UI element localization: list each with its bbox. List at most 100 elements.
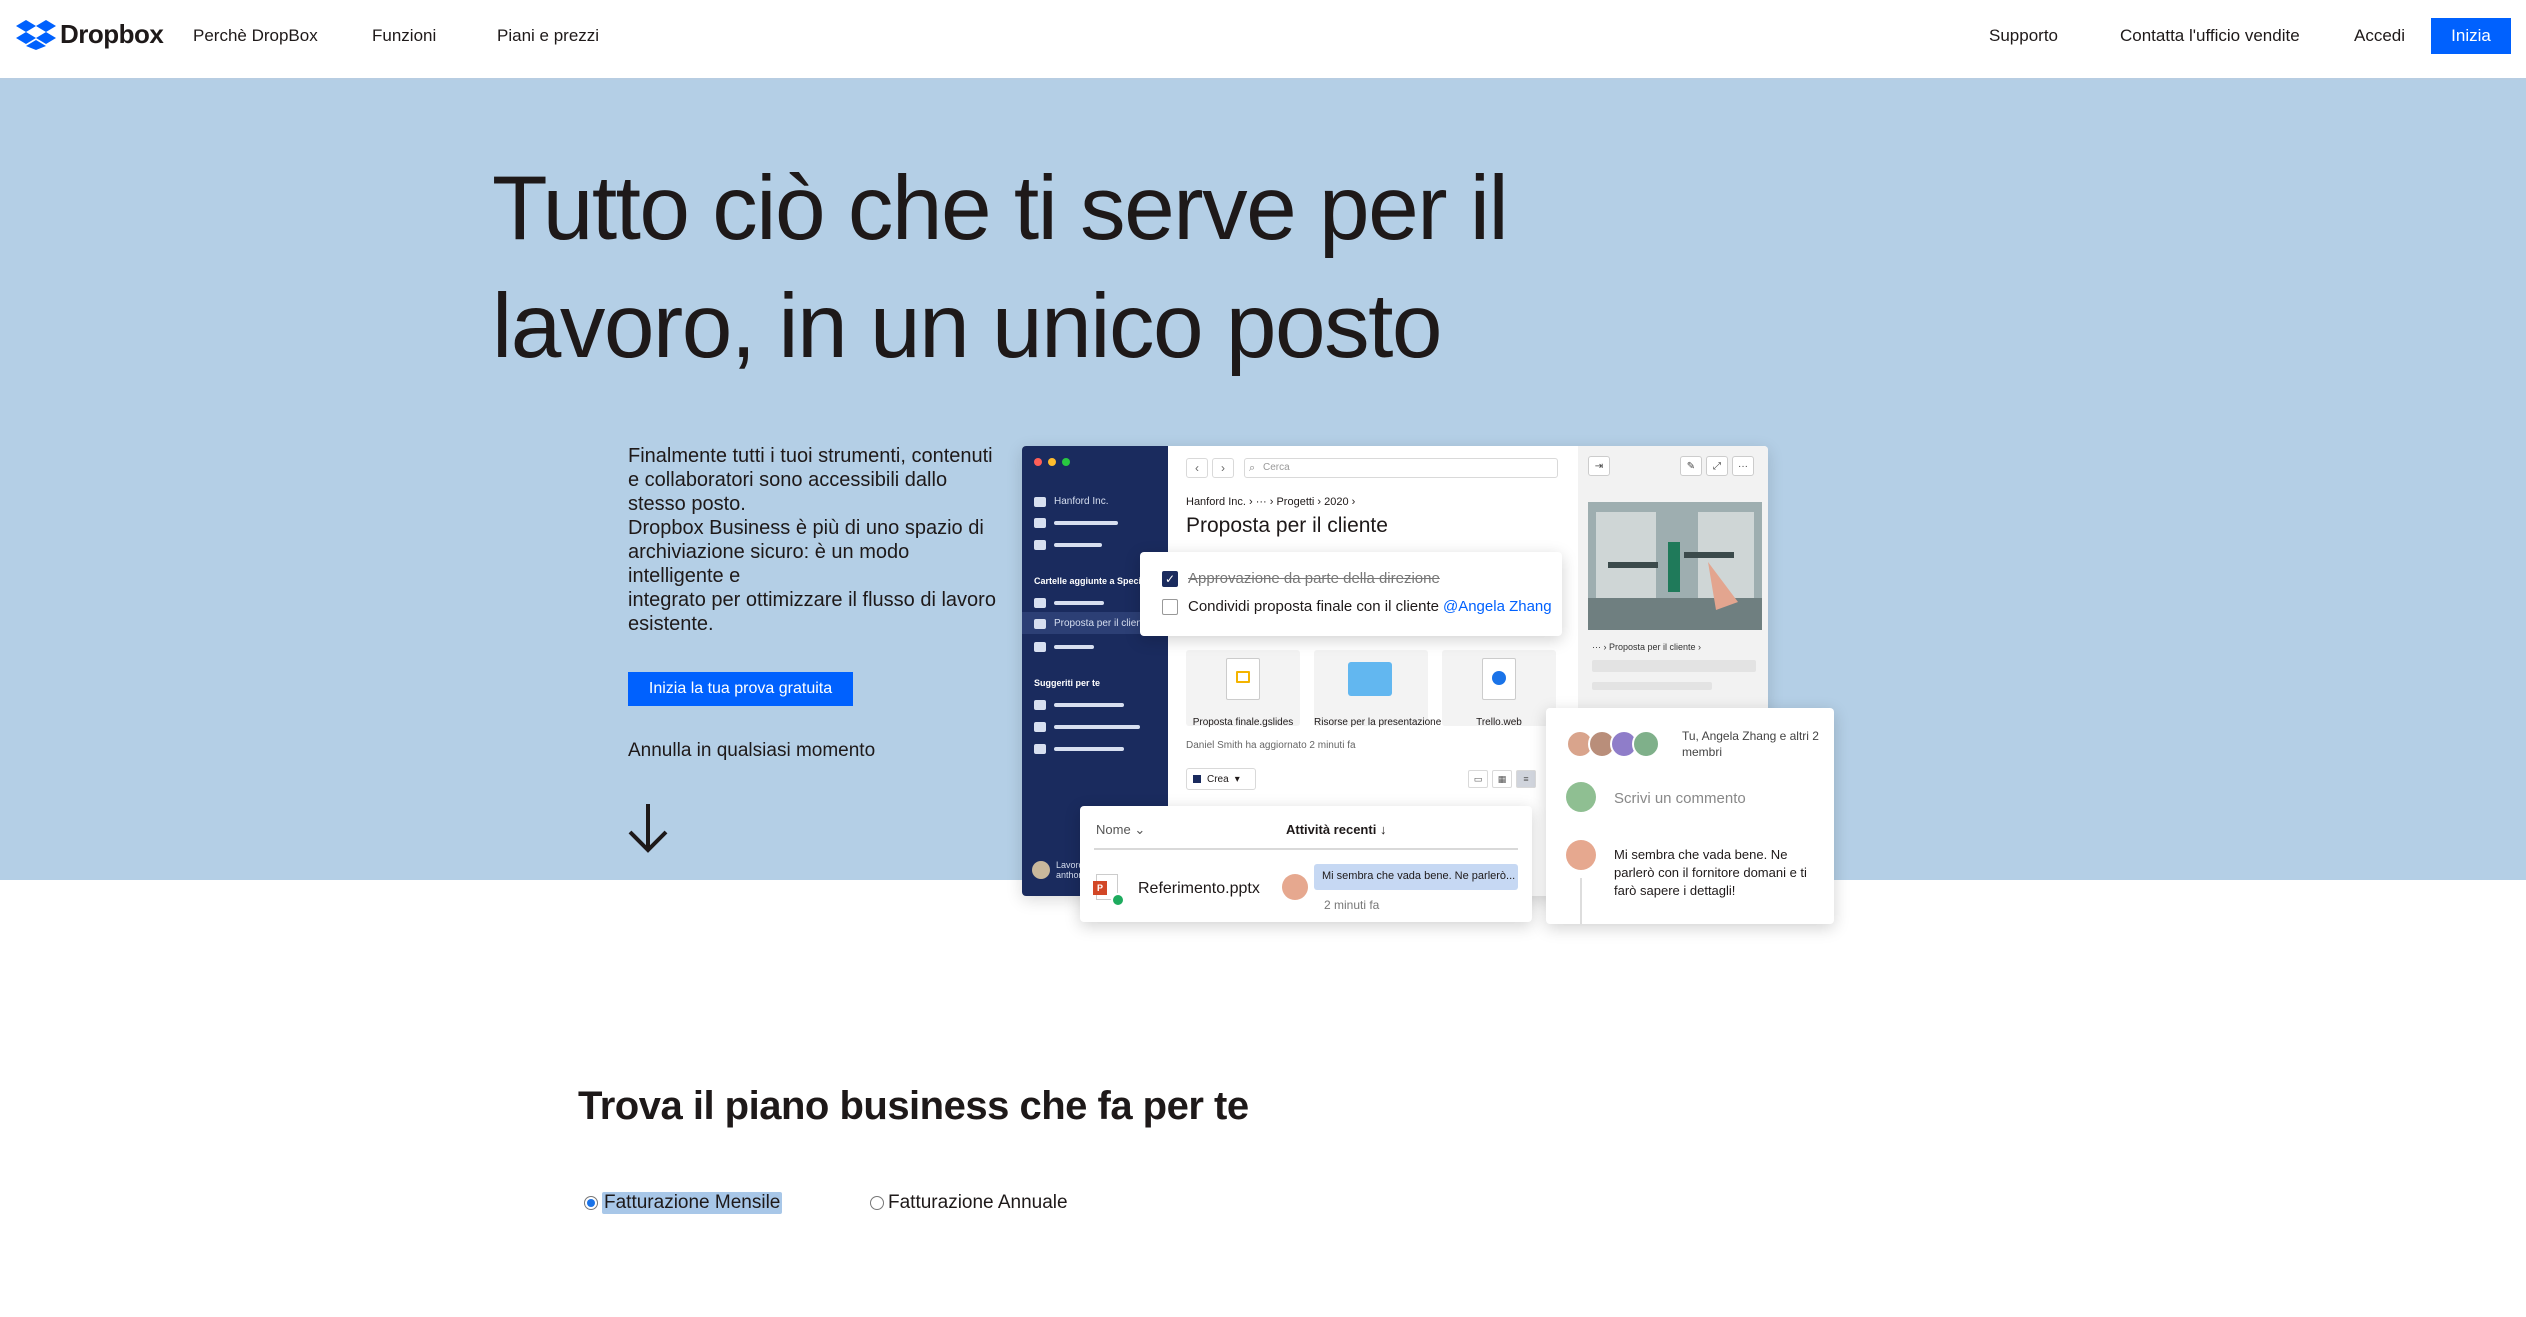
radio-selected-icon[interactable] <box>584 1196 598 1210</box>
free-trial-button[interactable]: Inizia la tua prova gratuita <box>628 672 853 706</box>
sidebar-shared-header: Cartelle aggiunte a Speciali <box>1034 576 1152 586</box>
dropbox-logo[interactable]: Dropbox <box>16 18 164 50</box>
task-item: Condividi proposta finale con il cliente… <box>1162 598 1552 615</box>
list-icon: ≡ <box>1516 770 1536 788</box>
sidebar-folder <box>1034 700 1124 710</box>
file-name: Referimento.pptx <box>1138 880 1260 897</box>
forward-icon: › <box>1212 458 1234 478</box>
checkbox-icon <box>1162 598 1178 615</box>
building-icon <box>1034 496 1046 507</box>
task-checklist: ✓ Approvazione da parte della direzione … <box>1140 552 1562 636</box>
star-icon <box>1034 540 1046 550</box>
cancel-anytime-text: Annulla in qualsiasi momento <box>628 740 876 761</box>
avatar <box>1566 782 1596 812</box>
folder-icon <box>1034 642 1046 652</box>
nav-link-why-dropbox[interactable]: Perchè DropBox <box>193 26 318 46</box>
brand-name: Dropbox <box>60 18 164 49</box>
create-button: Crea ▾ <box>1186 768 1256 790</box>
sidebar-team: Hanford Inc. <box>1034 496 1108 507</box>
comment-text: Mi sembra che vada bene. Ne parlerò con … <box>1614 847 1807 898</box>
task-item: ✓ Approvazione da parte della direzione <box>1162 570 1440 587</box>
avatar <box>1032 861 1050 879</box>
billing-annual-option[interactable]: Fatturazione Annuale <box>870 1192 1068 1214</box>
sidebar-folder <box>1034 722 1140 732</box>
mockup-folder-title: Proposta per il cliente <box>1186 514 1388 537</box>
nav-link-features[interactable]: Funzioni <box>372 26 436 46</box>
back-icon: ‹ <box>1186 458 1208 478</box>
more-icon: ··· <box>1732 456 1754 476</box>
folder-icon <box>1034 598 1046 608</box>
nav-link-sign-in[interactable]: Accedi <box>2354 26 2405 46</box>
billing-monthly-option[interactable]: Fatturazione Mensile <box>584 1192 783 1214</box>
folder-icon <box>1034 618 1046 629</box>
chevron-down-icon: ▾ <box>1234 773 1240 785</box>
preview-breadcrumb: ··· › Proposta per il cliente › <box>1592 642 1702 652</box>
folder-icon <box>1034 722 1046 732</box>
plus-icon <box>1193 775 1201 783</box>
column-activity-header: Attività recenti ↓ <box>1286 822 1387 837</box>
recent-files-card: Nome ⌄ Attività recenti ↓ P Referimento.… <box>1080 806 1532 922</box>
comments-card: Tu, Angela Zhang e altri 2 membri Scrivi… <box>1546 708 1834 924</box>
file-tile: Proposta finale.gslides <box>1186 650 1300 728</box>
mockup-search: Cerca <box>1244 458 1558 478</box>
sidebar-item <box>1034 540 1102 550</box>
member-avatars <box>1566 730 1660 758</box>
get-started-button[interactable]: Inizia <box>2431 18 2511 54</box>
hero-desc-line-2: Dropbox Business è più di uno spazio di … <box>628 517 984 587</box>
comment-input: Scrivi un commento <box>1614 790 1746 807</box>
file-tiles: Proposta finale.gslides Risorse per la p… <box>1186 650 1556 728</box>
person-icon <box>1034 518 1046 528</box>
sidebar-item <box>1034 518 1118 528</box>
slides-icon <box>1226 658 1260 700</box>
avatar <box>1282 874 1308 900</box>
window-controls <box>1034 458 1070 466</box>
update-notice: Daniel Smith ha aggiornato 2 minuti fa <box>1186 740 1356 751</box>
web-link-icon <box>1482 658 1516 700</box>
nav-link-plans-pricing[interactable]: Piani e prezzi <box>497 26 599 46</box>
sidebar-folder-selected: Proposta per il cliente <box>1034 618 1150 629</box>
pin-icon: ✎ <box>1680 456 1702 476</box>
file-tile: Trello.web <box>1442 650 1556 728</box>
view-toggles: ▭ ▦ ≡ <box>1468 770 1536 788</box>
sidebar-folder <box>1034 642 1094 652</box>
hero-desc-line-3: integrato per ottimizzare il flusso di l… <box>628 589 996 635</box>
preview-image <box>1588 502 1762 630</box>
folder-icon <box>1348 662 1392 696</box>
arrow-down-icon[interactable] <box>624 800 672 860</box>
activity-time: 2 minuti fa <box>1324 898 1380 912</box>
nav-link-support[interactable]: Supporto <box>1989 26 2058 46</box>
comment-bubble: Mi sembra che vada bene. Ne parlerò... <box>1314 864 1518 890</box>
plans-title: Trova il piano business che fa per te <box>578 1084 1249 1128</box>
hero-title: Tutto ciò che ti serve per il lavoro, in… <box>492 158 1509 377</box>
mention: @Angela Zhang <box>1442 598 1552 615</box>
billing-annual-label: Fatturazione Annuale <box>888 1192 1068 1213</box>
sidebar-suggested-header: Suggeriti per te <box>1034 678 1101 688</box>
folder-icon <box>1034 700 1046 710</box>
synced-check-icon <box>1111 893 1125 907</box>
grid-icon: ▦ <box>1492 770 1512 788</box>
sidebar-folder <box>1034 598 1104 608</box>
members-label: Tu, Angela Zhang e altri 2 membri <box>1682 729 1819 759</box>
history-buttons: ‹ › <box>1186 458 1234 478</box>
powerpoint-icon: P <box>1093 874 1125 907</box>
mockup-breadcrumb: Hanford Inc. › ··· › Progetti › 2020 › <box>1186 496 1356 508</box>
column-name-header: Nome ⌄ <box>1096 822 1146 837</box>
expand-icon: ⤢ <box>1706 456 1728 476</box>
collapse-icon: ⇥ <box>1588 456 1610 476</box>
file-tile: Risorse per la presentazione <box>1314 650 1441 728</box>
hero-desc-line-1: Finalmente tutti i tuoi strumenti, conte… <box>628 445 993 515</box>
checkbox-checked-icon: ✓ <box>1162 570 1178 587</box>
folder-icon <box>1034 744 1046 754</box>
sidebar-folder <box>1034 744 1124 754</box>
top-nav: Dropbox Perchè DropBox Funzioni Piani e … <box>0 0 2526 80</box>
nav-link-contact-sales[interactable]: Contatta l'ufficio vendite <box>2120 26 2300 46</box>
chevron-down-icon: ⌄ <box>1134 822 1146 837</box>
billing-monthly-label: Fatturazione Mensile <box>602 1192 783 1214</box>
dropbox-logo-icon <box>16 20 56 50</box>
avatar <box>1566 840 1596 870</box>
radio-icon[interactable] <box>870 1196 884 1210</box>
hero-description: Finalmente tutti i tuoi strumenti, conte… <box>628 444 998 636</box>
panel-icon: ▭ <box>1468 770 1488 788</box>
avatar <box>1632 730 1660 758</box>
sort-down-icon: ↓ <box>1379 822 1387 837</box>
